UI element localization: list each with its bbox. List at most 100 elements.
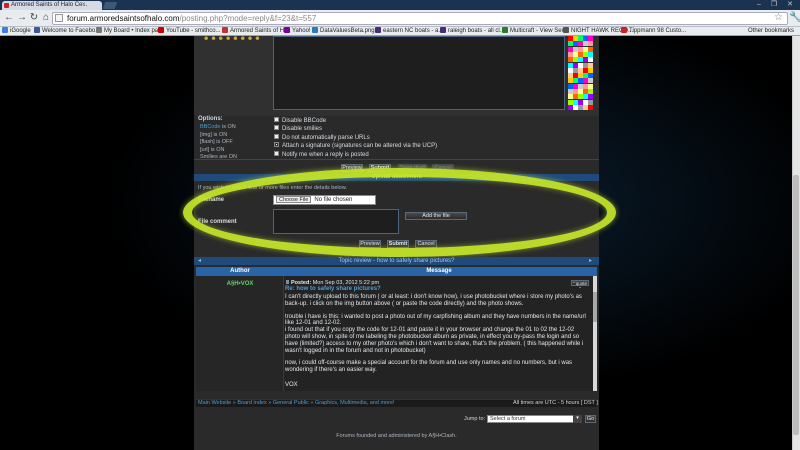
color-swatch[interactable] (588, 78, 593, 84)
option-state: is ON (222, 124, 236, 130)
forward-arrow-icon[interactable]: → (16, 12, 28, 24)
breadcrumb-graphics[interactable]: Graphics, Multimedia, and more! (315, 400, 394, 406)
quote-button[interactable]: " quote " (571, 280, 589, 291)
favicon-icon (4, 3, 9, 8)
bookmark-favicon-icon (375, 27, 381, 33)
bookmark-label: DataValuesBeta.png ... (320, 28, 382, 34)
color-swatch[interactable] (588, 41, 593, 47)
wrench-icon[interactable]: 🔧 (789, 12, 800, 24)
bookmark-label: Welcome to Facebo... (42, 28, 101, 34)
color-swatch[interactable] (588, 94, 593, 100)
bookmark-star-icon[interactable]: ☆ (774, 12, 783, 24)
post-signature: VOX (285, 381, 298, 388)
url-host: forum.armoredsaintsofhalo.com (67, 14, 180, 23)
collapse-icon[interactable]: ◂ (198, 257, 201, 265)
bookmark-item[interactable]: raleigh boats - all cl... (440, 27, 505, 36)
bookmark-item[interactable]: Armored Saints of H... (222, 27, 289, 36)
checkbox[interactable] (274, 117, 279, 122)
option-checkbox-row[interactable]: Attach a signature (signatures can be al… (274, 142, 437, 150)
footer-credit: Forums founded and administered by A§H•C… (336, 433, 457, 439)
page-scrollbar-thumb[interactable] (793, 175, 799, 435)
smilies-row[interactable]: ☻☻☻☻☻☻☻☻ (203, 36, 263, 42)
breadcrumb-main-website[interactable]: Main Website (198, 400, 231, 406)
post-content: I can't directly upload to this forum ( … (285, 294, 587, 389)
checkbox[interactable] (274, 133, 279, 139)
breadcrumb-board-index[interactable]: Board index (237, 400, 266, 406)
post-author-name[interactable]: A§H•VOX (196, 281, 284, 287)
bookmark-item[interactable]: Tippmann 98 Custo... (621, 27, 686, 36)
post-title[interactable]: Re: how to safely share pictures? (285, 286, 381, 292)
option-checkbox-row[interactable]: Do not automatically parse URLs (274, 133, 370, 142)
expand-icon[interactable]: ▸ (589, 257, 592, 265)
checkbox[interactable] (274, 125, 279, 131)
post-paragraph: now, i could off-course make a special a… (285, 360, 573, 374)
color-swatch[interactable] (588, 46, 593, 52)
post-icon (286, 280, 289, 284)
bookmark-favicon-icon (440, 27, 446, 33)
bookmark-item[interactable]: YouTube - smithco... (158, 27, 221, 36)
color-swatch[interactable] (588, 73, 593, 79)
url-path: /posting.php?mode=reply&f=23&t=557 (179, 14, 317, 23)
address-bar[interactable]: forum.armoredsaintsofhalo.com/posting.ph… (52, 12, 788, 25)
option-checkbox-row[interactable]: Notify me when a reply is posted (274, 150, 369, 159)
option-checkbox-row[interactable]: Disable BBCode (274, 117, 326, 125)
back-arrow-icon[interactable]: ← (3, 12, 15, 24)
options-title: Options: (198, 116, 223, 122)
bookmark-item[interactable]: eastern NC boats - a... (375, 27, 443, 36)
bookmark-item[interactable]: My Board • Index pa... (96, 27, 163, 36)
bookmark-item[interactable]: Yahoo! (284, 27, 311, 36)
color-swatch[interactable] (588, 57, 593, 63)
checkbox[interactable] (274, 150, 279, 156)
color-swatch[interactable] (588, 36, 593, 41)
option-checkbox-row[interactable]: Disable smilies (274, 125, 322, 133)
option-status: [url] is ON (200, 147, 224, 153)
bookmark-item[interactable]: Multicraft - View Ser... (502, 27, 568, 36)
new-tab-button[interactable] (102, 2, 118, 9)
bookmark-label: eastern NC boats - a... (383, 28, 444, 34)
checkbox-label: Disable BBCode (282, 118, 327, 124)
topic-review-header[interactable]: Topic review - how to safely share pictu… (194, 257, 599, 265)
close-window-button[interactable]: ✕ (783, 0, 797, 9)
message-textarea[interactable] (273, 36, 565, 110)
option-status: BBCode is ON (200, 124, 236, 130)
jump-to-label: Jump to: (464, 416, 486, 422)
bookmark-label: YouTube - smithco... (166, 28, 221, 34)
message-column-header: Message (426, 268, 452, 274)
author-column-header: Author (230, 268, 250, 274)
breadcrumb-general-public[interactable]: General Public (273, 400, 309, 406)
timezone-text: All times are UTC - 5 hours [ DST ] (513, 400, 598, 406)
post-paragraph: I can't directly upload to this forum ( … (285, 294, 582, 307)
other-bookmarks[interactable]: Other bookmarks (748, 27, 794, 36)
checkbox[interactable] (274, 142, 279, 148)
color-palette[interactable] (568, 36, 594, 112)
option-name[interactable]: BBCode (200, 124, 221, 130)
minimize-button[interactable]: – (752, 0, 766, 9)
post-paragraph: trouble i have is this: i wanted to post… (285, 313, 586, 327)
color-swatch[interactable] (588, 89, 593, 94)
post-scrollbar-thumb[interactable] (593, 292, 597, 322)
color-swatch[interactable] (588, 51, 593, 57)
browser-tab[interactable]: Armored Saints of Halo Ce... × (2, 1, 102, 10)
color-swatch[interactable] (588, 62, 593, 68)
option-status: [flash] is OFF (200, 139, 233, 145)
option-name: [flash] (200, 139, 215, 145)
color-swatch[interactable] (588, 104, 593, 110)
bookmark-label: raleigh boats - all cl... (448, 28, 505, 34)
tab-close-icon[interactable]: × (82, 1, 86, 10)
go-button[interactable]: Go (585, 415, 596, 423)
chevron-down-icon[interactable]: ▾ (573, 415, 582, 423)
maximize-button[interactable]: ❐ (767, 0, 781, 9)
bookmark-item[interactable]: iGoogle (2, 27, 31, 36)
checkbox-label: Notify me when a reply is posted (282, 151, 369, 158)
color-swatch[interactable] (588, 67, 593, 73)
forum-select[interactable]: Select a forum (487, 415, 582, 423)
page-icon (55, 14, 63, 22)
bookmark-favicon-icon (502, 27, 508, 33)
reload-icon[interactable]: ↻ (28, 12, 40, 24)
bookmark-favicon-icon (563, 27, 569, 33)
bookmark-item[interactable]: DataValuesBeta.png ... (312, 27, 381, 36)
color-swatch[interactable] (588, 99, 593, 105)
bookmark-item[interactable]: Welcome to Facebo... (34, 27, 100, 36)
color-swatch[interactable] (588, 83, 593, 89)
home-icon[interactable]: ⌂ (40, 12, 52, 24)
